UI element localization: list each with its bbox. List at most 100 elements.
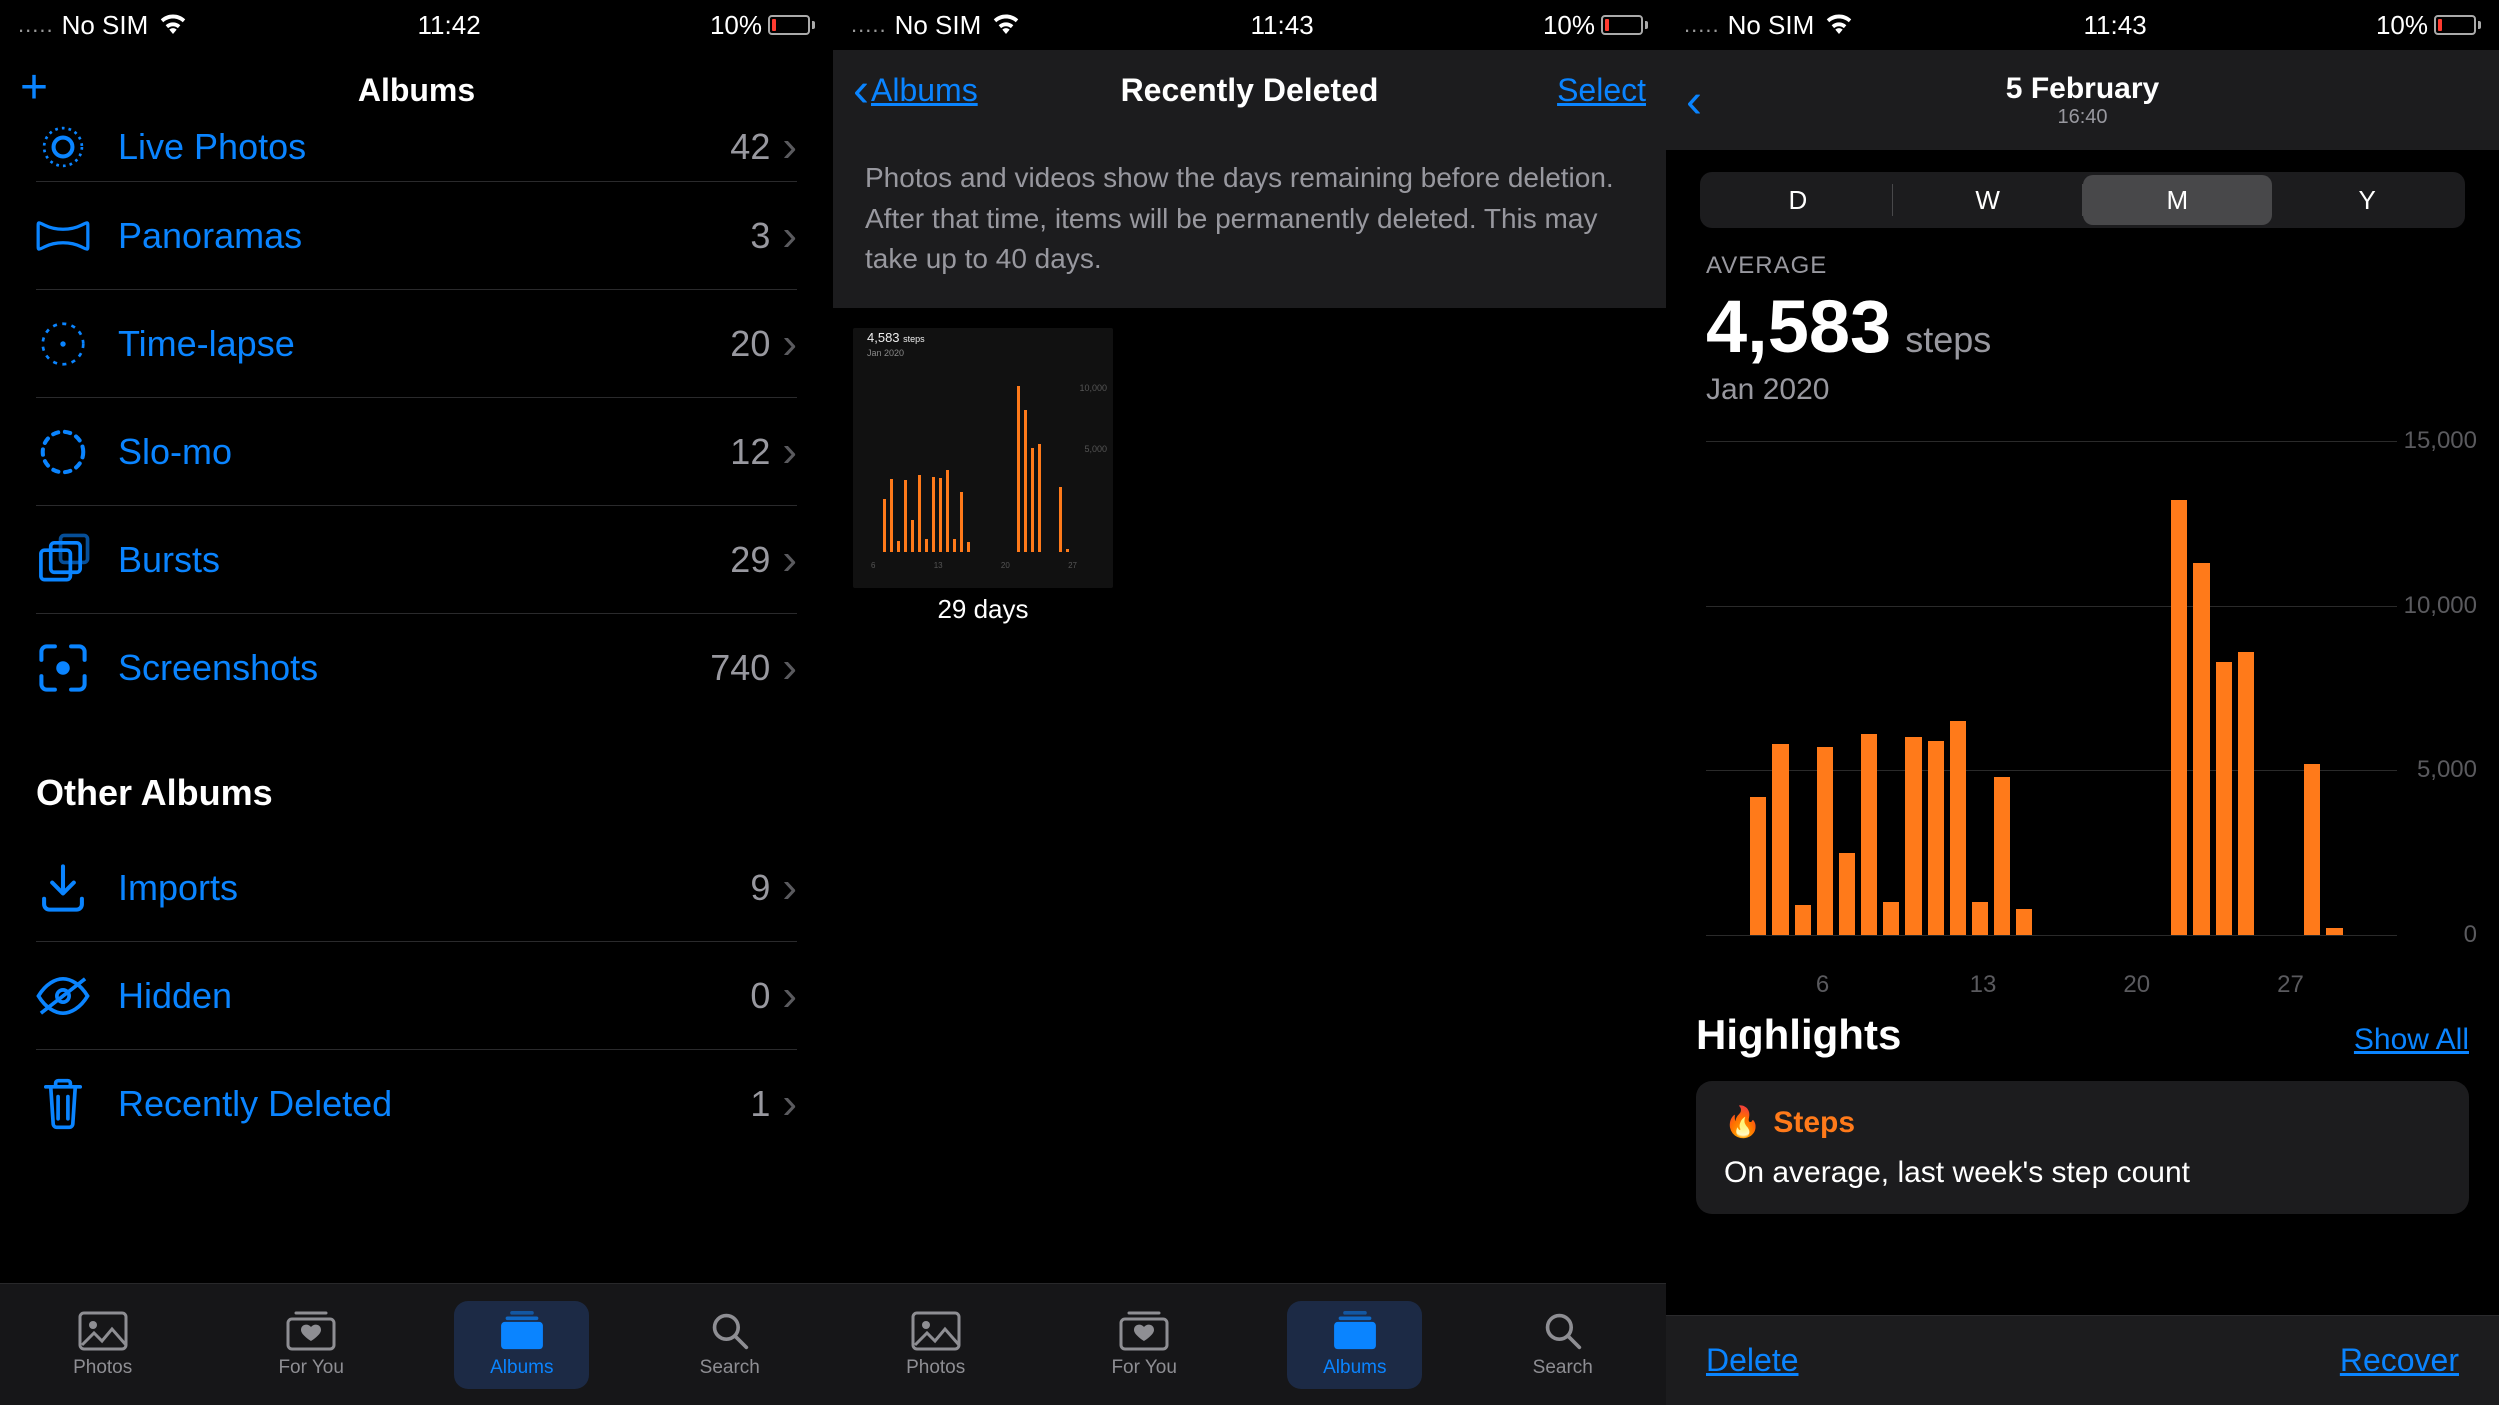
album-row-imports[interactable]: Imports9›: [36, 834, 797, 942]
album-row-timelapse[interactable]: Time-lapse20›: [36, 290, 797, 398]
tab-search[interactable]: Search: [664, 1301, 796, 1389]
chart-bar[interactable]: [2171, 500, 2187, 935]
chart-bar[interactable]: [2238, 652, 2254, 935]
segment-w[interactable]: W: [1893, 175, 2083, 225]
album-label: Imports: [118, 867, 750, 909]
chart-bar[interactable]: [2326, 928, 2342, 935]
delete-button[interactable]: Delete: [1706, 1342, 1799, 1379]
tab-label: For You: [278, 1357, 344, 1379]
highlight-card-steps[interactable]: 🔥 Steps On average, last week's step cou…: [1696, 1081, 2469, 1214]
recover-button[interactable]: Recover: [2340, 1342, 2459, 1379]
back-button[interactable]: ‹ Albums: [853, 63, 978, 118]
chevron-left-icon: ‹: [853, 63, 869, 118]
chart-bar[interactable]: [1905, 737, 1921, 935]
tab-bar: Photos For You Albums Search: [833, 1283, 1666, 1405]
page-subtitle: 16:40: [2057, 106, 2107, 129]
chart-bar[interactable]: [2282, 934, 2298, 935]
chart-bar[interactable]: [1994, 777, 2010, 935]
panorama-icon: [36, 209, 90, 263]
album-row-screenshots[interactable]: Screenshots740›: [36, 614, 797, 722]
album-label: Hidden: [118, 975, 750, 1017]
album-row-hidden[interactable]: Hidden0›: [36, 942, 797, 1050]
tab-albums[interactable]: Albums: [1287, 1301, 1422, 1389]
battery-icon: [1601, 15, 1648, 35]
chart-bar[interactable]: [2371, 934, 2387, 935]
status-time: 11:42: [418, 10, 481, 41]
album-row-bursts[interactable]: Bursts29›: [36, 506, 797, 614]
album-count: 9: [750, 867, 770, 909]
chart-bar[interactable]: [2038, 934, 2054, 935]
album-row-trash[interactable]: Recently Deleted1›: [36, 1050, 797, 1158]
album-row-panorama[interactable]: Panoramas3›: [36, 182, 797, 290]
album-row-live-photos[interactable]: Live Photos42›: [36, 112, 797, 182]
chevron-right-icon: ›: [782, 971, 797, 1021]
chart-bar[interactable]: [2149, 934, 2165, 935]
chart-bar[interactable]: [1861, 734, 1877, 935]
chart-bar[interactable]: [2127, 934, 2143, 935]
select-button[interactable]: Select: [1557, 72, 1646, 109]
chart-bar[interactable]: [2061, 934, 2077, 935]
tab-photos[interactable]: Photos: [37, 1301, 168, 1389]
chevron-right-icon: ›: [782, 643, 797, 693]
highlight-card-title: Steps: [1773, 1106, 1855, 1140]
segment-d[interactable]: D: [1703, 175, 1893, 225]
segment-y[interactable]: Y: [2272, 175, 2462, 225]
chart-bar[interactable]: [1795, 905, 1811, 935]
tab-albums[interactable]: Albums: [454, 1301, 589, 1389]
chart-bar[interactable]: [2304, 764, 2320, 935]
plus-icon: +: [20, 60, 48, 115]
add-album-button[interactable]: +: [20, 66, 48, 115]
chart-bar[interactable]: [1706, 934, 1722, 935]
slomo-icon: [36, 425, 90, 479]
segment-m[interactable]: M: [2083, 175, 2273, 225]
album-count: 3: [750, 215, 770, 257]
action-bar: Delete Recover: [1666, 1315, 2499, 1405]
signal-dots-icon: .....: [851, 12, 887, 38]
chart-bar[interactable]: [2105, 934, 2121, 935]
page-title: 5 February: [2006, 72, 2159, 106]
back-button[interactable]: ‹: [1686, 74, 1700, 129]
steps-chart[interactable]: 15,00010,0005,00006132027: [1706, 431, 2477, 971]
battery-percent: 10%: [2376, 10, 2428, 41]
deleted-item[interactable]: 4,583 steps Jan 2020 10,000 5,000 613202…: [853, 328, 1113, 625]
chart-bar[interactable]: [1750, 797, 1766, 935]
chart-bar[interactable]: [1928, 741, 1944, 935]
chart-bar[interactable]: [1950, 721, 1966, 935]
tab-label: Search: [700, 1357, 760, 1379]
nav-bar: ‹ 5 February 16:40: [1666, 50, 2499, 150]
albums-icon: [1329, 1311, 1381, 1351]
chevron-right-icon: ›: [782, 211, 797, 261]
chart-bar[interactable]: [2083, 934, 2099, 935]
chart-bar[interactable]: [2016, 909, 2032, 935]
flame-icon: 🔥: [1724, 1105, 1761, 1140]
albums-icon: [496, 1311, 548, 1351]
chart-bar[interactable]: [2216, 662, 2232, 935]
tab-search[interactable]: Search: [1497, 1301, 1629, 1389]
hidden-icon: [36, 969, 90, 1023]
chart-bar[interactable]: [2349, 934, 2365, 935]
chart-bar[interactable]: [2260, 934, 2276, 935]
chart-bar[interactable]: [2193, 563, 2209, 935]
chart-bar[interactable]: [1817, 747, 1833, 935]
time-range-segmented-control[interactable]: DWMY: [1700, 172, 2465, 228]
tab-foryou[interactable]: For You: [242, 1301, 380, 1389]
page-title: Albums: [0, 72, 833, 109]
album-label: Bursts: [118, 539, 730, 581]
tab-photos[interactable]: Photos: [870, 1301, 1001, 1389]
live-photos-icon: [36, 120, 90, 174]
x-tick-label: 27: [2277, 971, 2304, 999]
chart-bar[interactable]: [1972, 902, 1988, 935]
chevron-right-icon: ›: [782, 427, 797, 477]
chart-bar[interactable]: [1728, 934, 1744, 935]
trash-icon: [36, 1077, 90, 1131]
album-row-slomo[interactable]: Slo-mo12›: [36, 398, 797, 506]
chart-bar[interactable]: [1772, 744, 1788, 935]
x-tick-label: 20: [2123, 971, 2150, 999]
chart-bar[interactable]: [1883, 902, 1899, 935]
tab-foryou[interactable]: For You: [1075, 1301, 1213, 1389]
show-all-button[interactable]: Show All: [2354, 1023, 2469, 1057]
tab-label: Photos: [906, 1357, 965, 1379]
chart-bar[interactable]: [1839, 853, 1855, 935]
battery-icon: [768, 15, 815, 35]
chevron-left-icon: ‹: [1686, 74, 1702, 129]
